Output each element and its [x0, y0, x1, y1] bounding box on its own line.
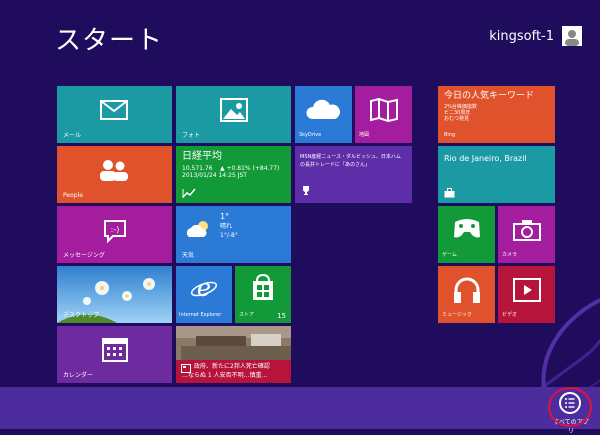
- tile-label: ゲーム: [442, 252, 457, 258]
- tile-people[interactable]: People: [57, 146, 172, 203]
- tile-travel[interactable]: Rio de Janeiro, Brazil: [438, 146, 555, 203]
- tile-label: メール: [63, 132, 82, 139]
- tile-label: メッセージング: [63, 252, 105, 259]
- news-headline-2: …ならぬ 1 人安否不明…慎重…: [182, 372, 268, 379]
- bing-title: 今日の人気キーワード: [444, 91, 535, 101]
- message-icon: :-): [103, 219, 127, 243]
- travel-city: Rio de Janeiro, Brazil: [444, 154, 527, 163]
- tile-weather[interactable]: 1° 晴れ 1°/-8° 天気: [176, 206, 291, 263]
- tile-label: SkyDrive: [299, 132, 322, 138]
- tile-news[interactable]: MSN産経ニュース・ダルビッシュ、日本ハム の長井トレードに「あのさん」: [295, 146, 412, 203]
- tile-photo-news[interactable]: 政府、新たに2邦人死亡確認 …ならぬ 1 人安否不明…慎重…: [176, 326, 291, 383]
- tile-camera[interactable]: カメラ: [498, 206, 555, 263]
- weather-temp: 1°: [220, 212, 230, 221]
- tile-games[interactable]: ゲーム: [438, 206, 495, 263]
- headphones-icon: [452, 275, 482, 305]
- tile-label: カレンダー: [63, 372, 94, 379]
- finance-date: 2013/01/24 14:25 JST: [182, 172, 247, 179]
- store-icon: [251, 273, 275, 301]
- tile-label: ミュージック: [442, 312, 472, 318]
- tile-label: People: [63, 192, 83, 199]
- chart-icon: [182, 188, 196, 198]
- tile-label: デスクトップ: [63, 312, 100, 319]
- news-text-2: の長井トレードに「あのさん」: [300, 162, 371, 168]
- play-icon: [513, 278, 541, 302]
- tile-store[interactable]: ストア 15: [235, 266, 291, 323]
- tile-label: 天気: [182, 252, 195, 259]
- news-headline-1: 政府、新たに2邦人死亡確認: [194, 363, 270, 370]
- store-badge: 15: [277, 312, 286, 320]
- app-bar: [0, 387, 600, 429]
- tile-label: ビデオ: [502, 312, 518, 318]
- tile-music[interactable]: ミュージック: [438, 266, 495, 323]
- camera-icon: [513, 219, 541, 241]
- tile-label: フォト: [182, 132, 201, 139]
- tile-label: 地図: [359, 132, 370, 138]
- cloud-icon: [306, 98, 342, 120]
- user-name: kingsoft-1: [489, 28, 554, 44]
- tile-skydrive[interactable]: SkyDrive: [295, 86, 352, 143]
- tile-label: Bing: [444, 132, 456, 138]
- bing-keyword-3: おむつ発見: [444, 116, 470, 122]
- svg-text::-): :-): [111, 225, 120, 234]
- mail-icon: [100, 99, 128, 121]
- map-icon: [370, 98, 398, 122]
- calendar-icon: [102, 336, 128, 362]
- page-title: スタート: [55, 26, 164, 56]
- finance-title: 日経平均: [182, 151, 222, 162]
- tile-photos[interactable]: フォト: [176, 86, 291, 143]
- tile-ie[interactable]: e Internet Explorer: [176, 266, 232, 323]
- ie-icon: e: [190, 274, 218, 302]
- highlight-ring: [548, 387, 592, 427]
- tile-label: カメラ: [502, 252, 518, 258]
- tile-mail[interactable]: メール: [57, 86, 172, 143]
- tile-label: ストア: [239, 312, 255, 318]
- people-icon: [97, 158, 131, 182]
- tile-video[interactable]: ビデオ: [498, 266, 555, 323]
- tile-desktop[interactable]: デスクトップ: [57, 266, 172, 323]
- tile-calendar[interactable]: カレンダー: [57, 326, 172, 383]
- user-avatar-icon: [562, 26, 582, 46]
- weather-range: 1°/-8°: [220, 232, 238, 239]
- tile-finance[interactable]: 日経平均 10,571.76 ▲ +0.81% (+84.77) 2013/01…: [176, 146, 291, 203]
- tile-label: Internet Explorer: [179, 312, 222, 318]
- news-photo: [176, 326, 291, 360]
- weather-condition: 晴れ: [220, 223, 233, 230]
- gamepad-icon: [452, 218, 482, 240]
- news-text-1: MSN産経ニュース・ダルビッシュ、日本ハム: [300, 154, 401, 160]
- svg-text:e: e: [197, 274, 211, 302]
- tile-maps[interactable]: 地図: [355, 86, 412, 143]
- trophy-icon: [301, 185, 311, 195]
- photo-icon: [220, 97, 248, 123]
- tile-bing[interactable]: 今日の人気キーワード 2%台株価指数 ビニ30周年 おむつ発見 Bing: [438, 86, 555, 143]
- user-account[interactable]: kingsoft-1: [489, 26, 582, 46]
- tile-messaging[interactable]: :-) メッセージング: [57, 206, 172, 263]
- suitcase-icon: [444, 188, 455, 198]
- cloud-sun-icon: [184, 218, 212, 240]
